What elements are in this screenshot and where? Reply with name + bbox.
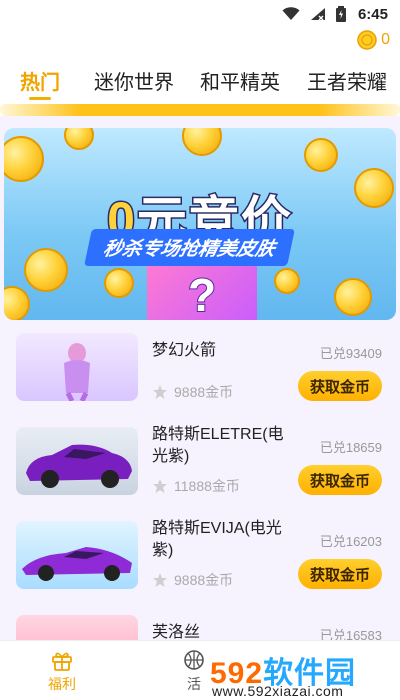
mystery-box-image: ? [147,262,257,320]
star-icon [153,479,167,493]
get-coins-button[interactable]: 获取金币 [298,465,382,495]
character-image [64,343,90,401]
get-coins-button[interactable]: 获取金币 [298,371,382,401]
list-item[interactable]: 路特斯EVIJA(电光紫) 已兑16203 9888金币 获取金币 [0,508,400,602]
gift-icon [52,652,72,671]
coin-decoration [182,128,222,156]
get-coins-button[interactable]: 获取金币 [298,559,382,589]
banner-subtitle: 秒杀专场抢精美皮肤 [84,229,295,266]
basketball-icon [184,650,204,670]
coin-decoration [334,278,372,316]
item-redeemed-count: 已兑18659 [319,440,382,455]
star-icon [153,385,167,399]
gold-coin-icon [357,30,377,50]
active-tab-indicator [29,97,51,100]
coin-decoration [4,286,30,320]
nav-tab-welfare-label: 福利 [48,676,76,692]
item-thumbnail [16,521,138,589]
item-redeemed-count: 已兑16203 [319,534,382,549]
item-name: 路特斯ELETRE(电光紫) [152,426,284,465]
nav-tab-welfare[interactable]: 福利 [48,649,76,694]
item-price: 9888金币 [152,570,233,590]
item-price: 11888金币 [152,476,240,496]
coin-decoration [64,128,94,150]
nav-tab-activity-label: 活 [187,676,201,692]
star-icon [153,573,167,587]
car-image [22,547,132,581]
list-item[interactable]: 路特斯ELETRE(电光紫) 已兑18659 11888金币 获取金币 [0,414,400,508]
coin-decoration [104,268,134,298]
battery-icon [335,6,346,22]
item-thumbnail [16,333,138,401]
promo-banner[interactable]: 0元竞价 ? 秒杀专场抢精美皮肤 [4,128,396,320]
coin-decoration [4,136,44,182]
nav-tab-activity[interactable]: 活 [183,649,205,694]
item-name: 路特斯EVIJA(电光紫) [152,520,282,559]
tab-mini-world[interactable]: 迷你世界 [94,66,174,95]
category-tabs: 热门 迷你世界 和平精英 王者荣耀 [0,60,400,100]
tab-peace-elite[interactable]: 和平精英 [200,66,280,95]
item-name: 梦幻火箭 [152,342,217,359]
item-price-value: 9888金币 [174,384,234,400]
status-time: 6:45 [357,5,388,23]
status-bar: 6:45 [0,0,400,28]
item-redeemed-count: 已兑93409 [319,346,382,361]
question-mark-icon: ? [187,268,217,320]
item-price-value: 9888金币 [174,572,234,588]
item-price: 9888金币 [152,382,233,402]
wifi-icon [282,7,300,20]
coin-decoration [24,248,68,292]
item-thumbnail [16,427,138,495]
coin-balance[interactable]: 0 [357,30,390,50]
list-item[interactable]: 梦幻火箭 已兑93409 9888金币 获取金币 [0,320,400,414]
tab-hot[interactable]: 热门 [20,66,60,95]
coin-balance-value: 0 [381,31,390,48]
header-divider [0,104,400,116]
signal-icon [310,8,325,21]
car-image [26,444,132,488]
item-price-value: 11888金币 [174,478,240,494]
bottom-navigation: 福利 活 [0,640,400,700]
coin-decoration [274,268,300,294]
coin-decoration [304,138,338,172]
tab-honor-of-kings[interactable]: 王者荣耀 [307,66,387,95]
